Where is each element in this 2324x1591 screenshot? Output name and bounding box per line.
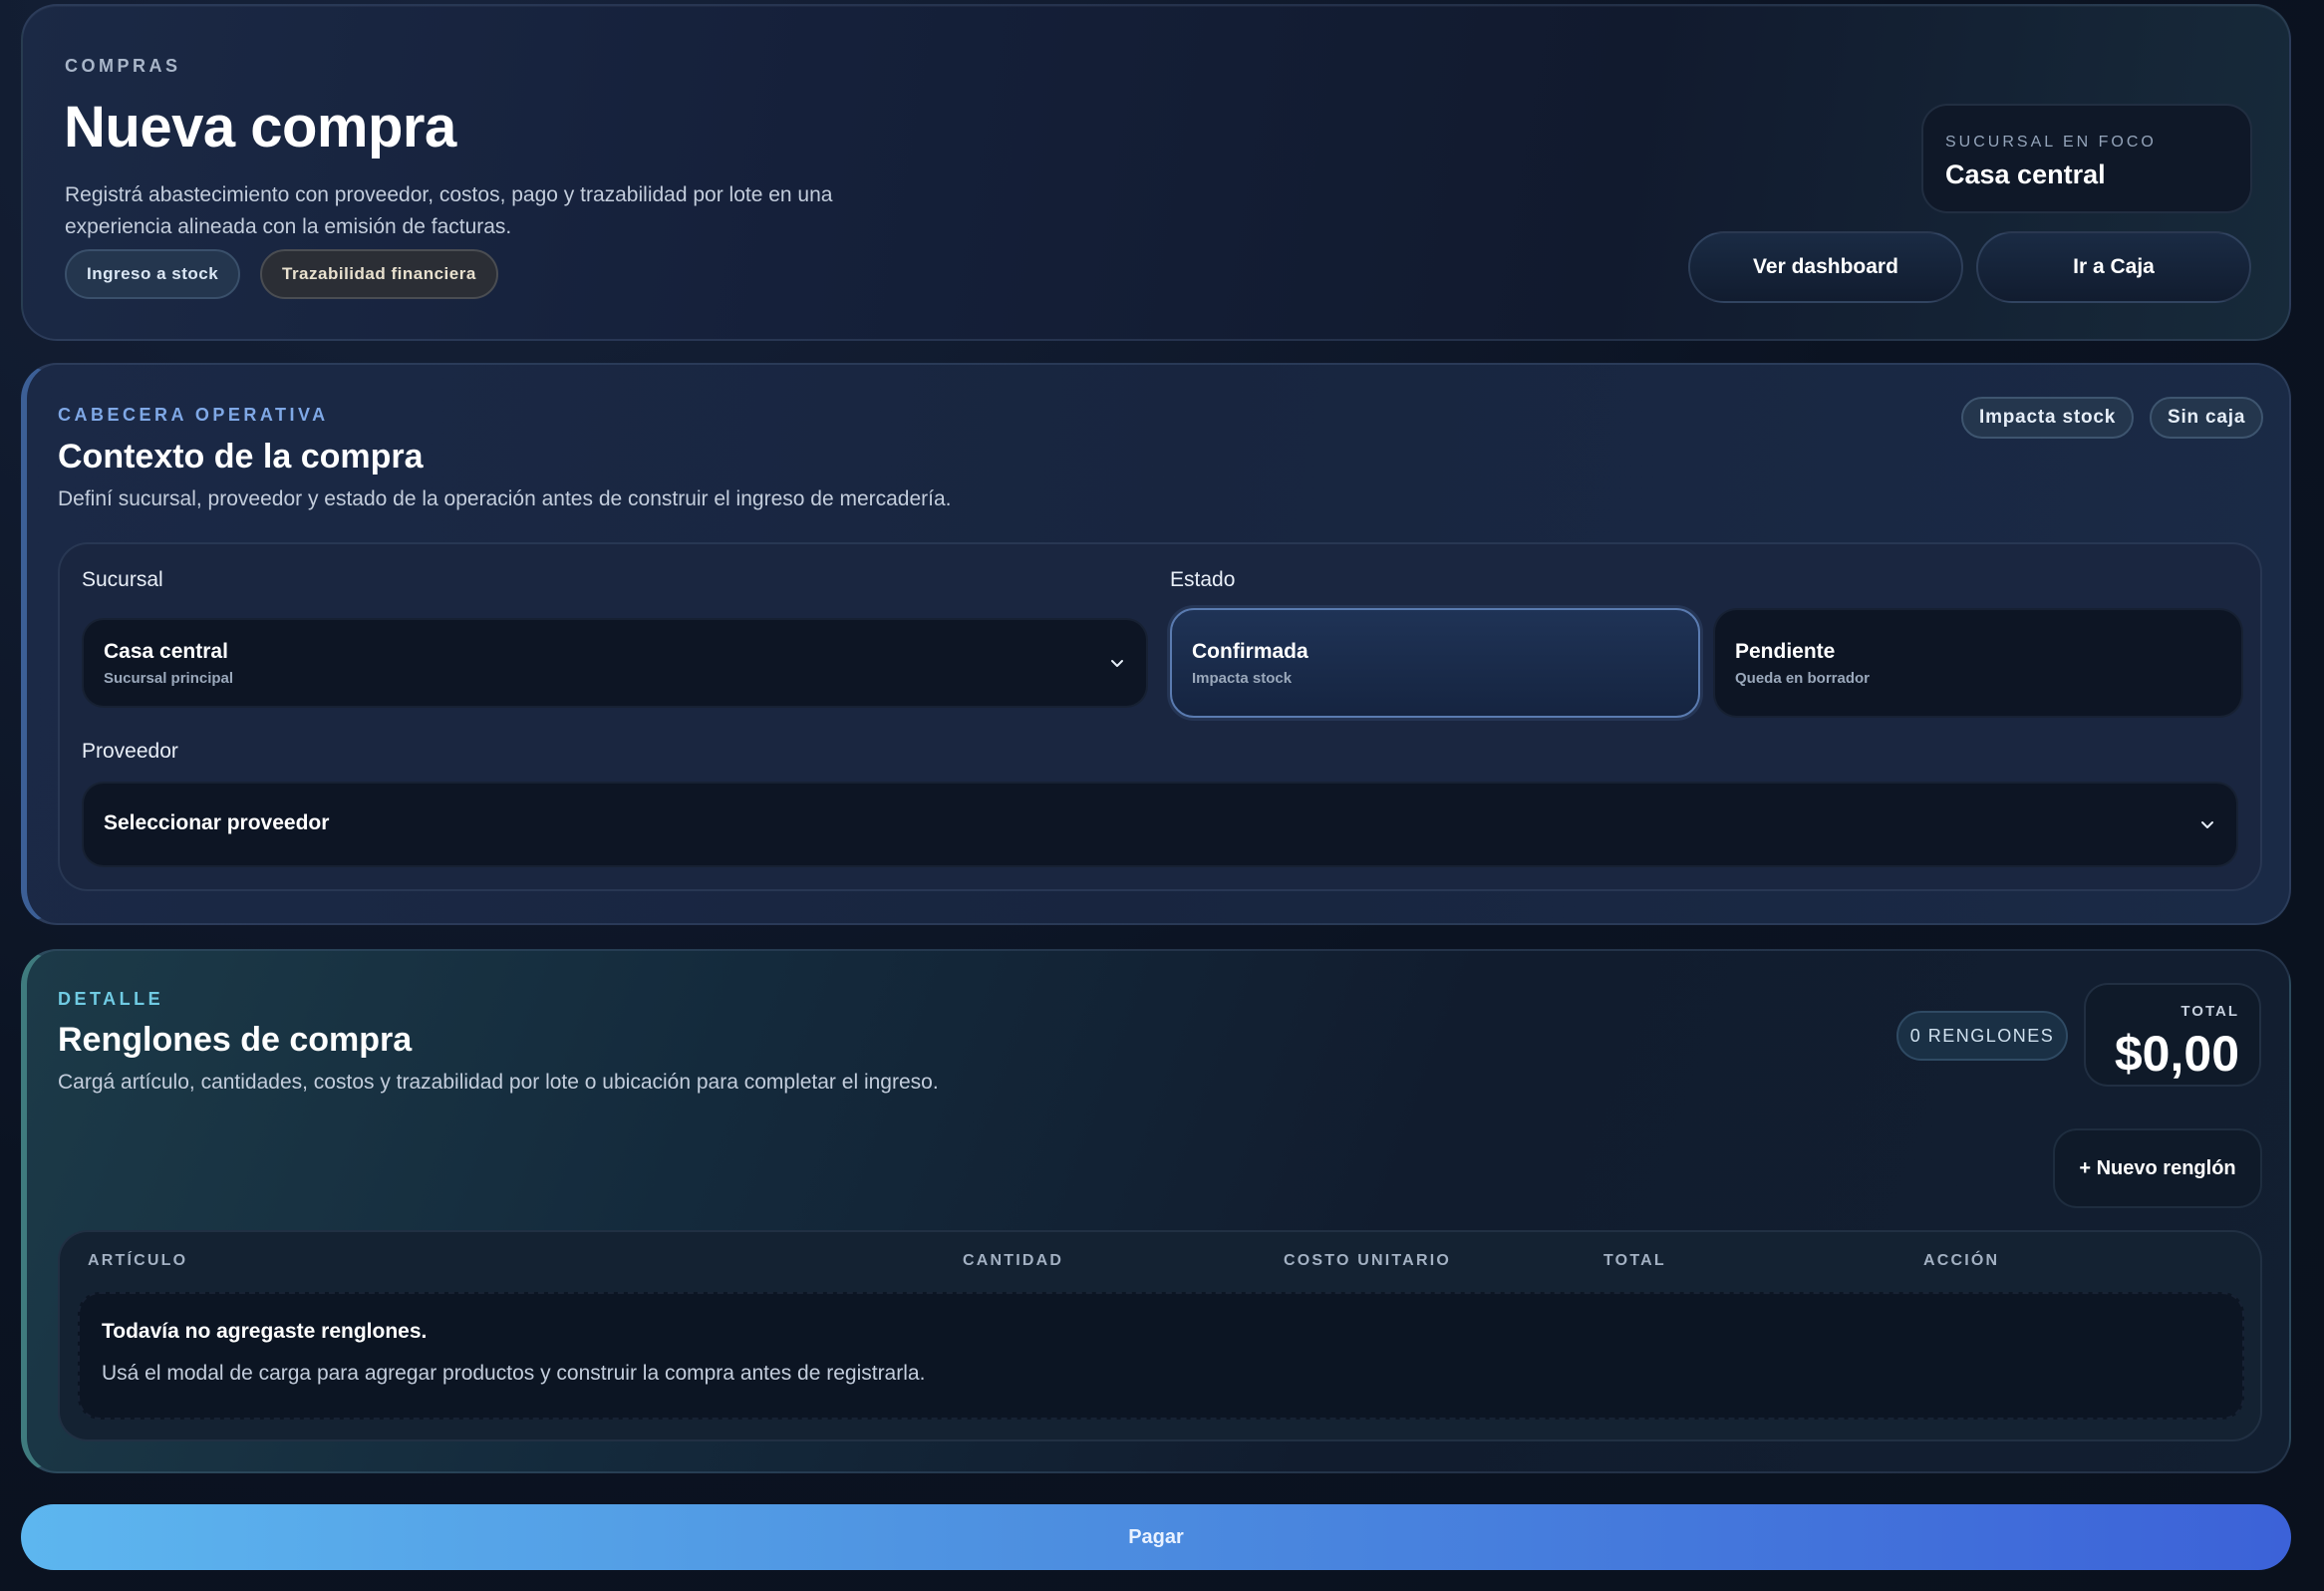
estado-option-confirmada[interactable]: Confirmada Impacta stock <box>1170 608 1700 718</box>
column-header-accion: ACCIÓN <box>1923 1252 2000 1269</box>
chevron-down-icon <box>1110 656 1124 670</box>
column-header-articulo: ARTÍCULO <box>88 1252 188 1269</box>
empty-state-title: Todavía no agregaste renglones. <box>102 1320 428 1343</box>
proveedor-label: Proveedor <box>82 740 178 763</box>
empty-state-text: Usá el modal de carga para agregar produ… <box>102 1362 926 1385</box>
context-card: CABECERA OPERATIVA Contexto de la compra… <box>21 363 2291 925</box>
estado-confirmada-sub: Impacta stock <box>1192 670 1293 687</box>
pagar-button[interactable]: Pagar <box>21 1504 2291 1570</box>
row-count-badge: 0 RENGLONES <box>1896 1011 2068 1061</box>
chevron-down-icon <box>2200 817 2214 831</box>
focus-label: SUCURSAL EN FOCO <box>1945 134 2157 151</box>
context-description: Definí sucursal, proveedor y estado de l… <box>58 487 952 510</box>
detail-title: Renglones de compra <box>58 1021 413 1059</box>
empty-state: Todavía no agregaste renglones. Usá el m… <box>78 1292 2244 1420</box>
sucursal-value: Casa central <box>104 640 228 663</box>
sucursal-focus-box: SUCURSAL EN FOCO Casa central <box>1921 104 2252 213</box>
pill-impacta-stock: Impacta stock <box>1961 397 2135 439</box>
total-box: TOTAL $0,00 <box>2084 983 2261 1087</box>
detail-card: DETALLE Renglones de compra Cargá artícu… <box>21 949 2291 1473</box>
estado-pendiente-sub: Queda en borrador <box>1735 670 1871 687</box>
detail-eyebrow: DETALLE <box>58 989 164 1009</box>
context-eyebrow: CABECERA OPERATIVA <box>58 405 329 425</box>
estado-option-pendiente[interactable]: Pendiente Queda en borrador <box>1713 608 2243 718</box>
total-label: TOTAL <box>2180 1003 2239 1020</box>
chip-ingreso-stock: Ingreso a stock <box>65 249 241 299</box>
estado-label: Estado <box>1170 568 1236 591</box>
total-value: $0,00 <box>2114 1026 2239 1082</box>
sucursal-sub: Sucursal principal <box>104 670 234 687</box>
proveedor-value: Seleccionar proveedor <box>104 811 330 834</box>
detail-description: Cargá artículo, cantidades, costos y tra… <box>58 1071 939 1094</box>
page-title: Nueva compra <box>64 95 456 159</box>
context-form: Sucursal Casa central Sucursal principal… <box>58 542 2262 891</box>
estado-pendiente-label: Pendiente <box>1735 640 1836 663</box>
focus-value: Casa central <box>1945 159 2106 189</box>
nuevo-renglon-button[interactable]: + Nuevo renglón <box>2053 1128 2262 1208</box>
hero-card: COMPRAS Nueva compra Registrá abastecimi… <box>21 4 2291 341</box>
proveedor-select[interactable]: Seleccionar proveedor <box>82 782 2238 867</box>
hero-eyebrow: COMPRAS <box>65 56 181 76</box>
pill-sin-caja: Sin caja <box>2150 397 2264 439</box>
ir-a-caja-button[interactable]: Ir a Caja <box>1976 231 2251 303</box>
column-header-cantidad: CANTIDAD <box>963 1252 1064 1269</box>
sucursal-label: Sucursal <box>82 568 163 591</box>
lines-table: ARTÍCULO CANTIDAD COSTO UNITARIO TOTAL A… <box>58 1230 2262 1441</box>
sucursal-select[interactable]: Casa central Sucursal principal <box>82 618 1148 708</box>
context-title: Contexto de la compra <box>58 438 424 476</box>
ver-dashboard-button[interactable]: Ver dashboard <box>1688 231 1963 303</box>
chip-trazabilidad-financiera: Trazabilidad financiera <box>260 249 498 299</box>
column-header-costo-unitario: COSTO UNITARIO <box>1284 1252 1451 1269</box>
estado-confirmada-label: Confirmada <box>1192 640 1308 663</box>
hero-description: Registrá abastecimiento con proveedor, c… <box>65 183 833 238</box>
column-header-total: TOTAL <box>1603 1252 1666 1269</box>
